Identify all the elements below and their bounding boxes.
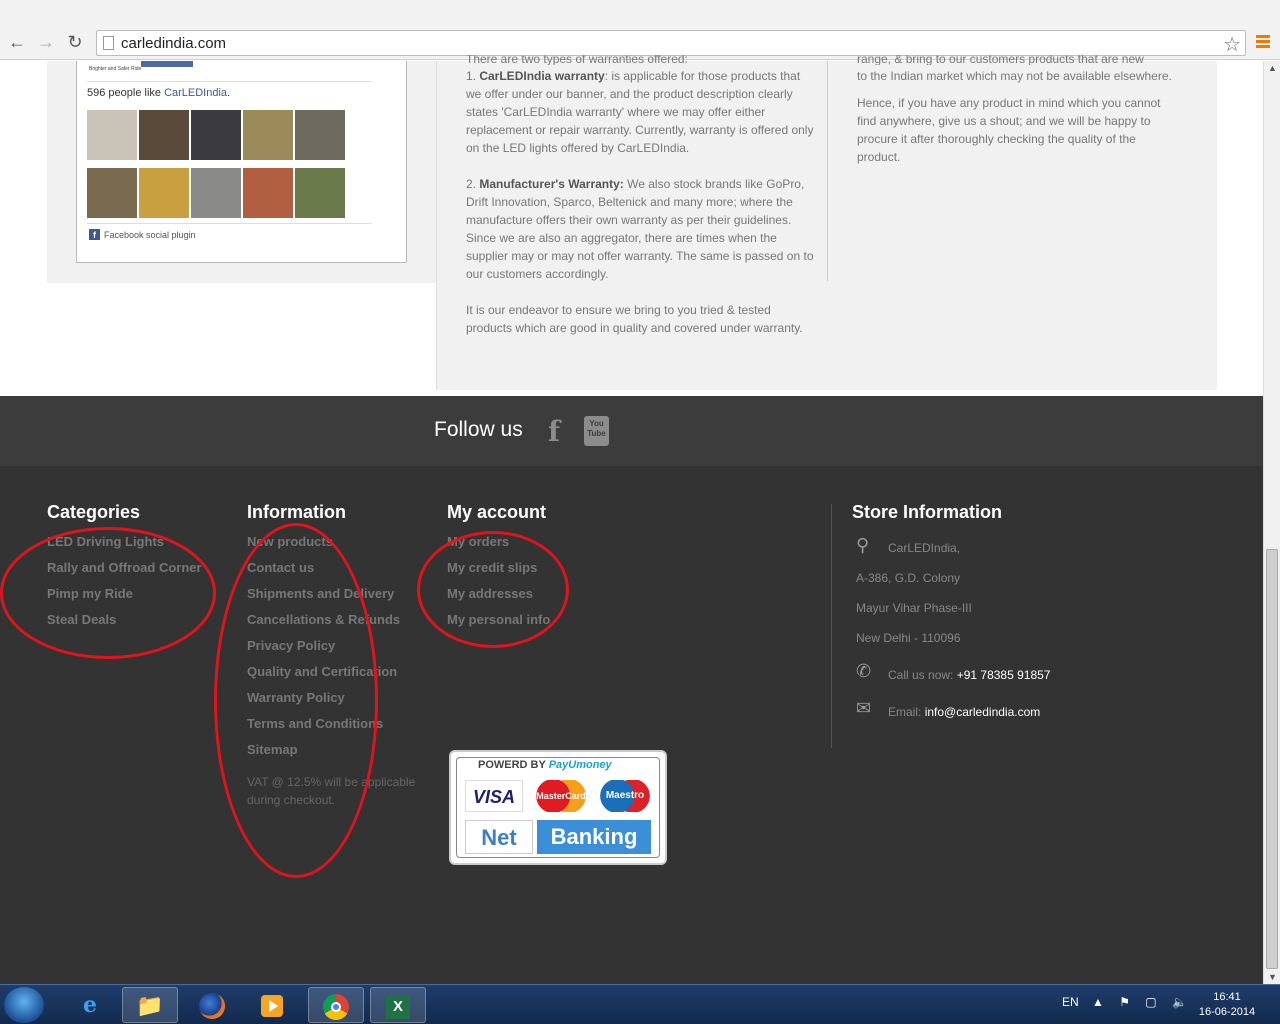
- forward-arrow-icon[interactable]: →: [35, 31, 57, 53]
- scroll-down-icon[interactable]: ▼: [1268, 972, 1277, 982]
- page-name-link[interactable]: CarLEDIndia: [164, 87, 227, 99]
- firefox-icon[interactable]: [184, 987, 240, 1023]
- follow-us-bar: Follow us f You Tube: [0, 396, 1263, 466]
- divider: [87, 223, 372, 224]
- store-email: ✉ Email: info@carledindia.com: [856, 698, 1041, 719]
- store-address-3: New Delhi - 110096: [856, 631, 961, 645]
- youtube-icon[interactable]: You Tube: [584, 416, 609, 446]
- page-scrollbar[interactable]: ▲ ▼: [1263, 61, 1280, 984]
- internet-explorer-icon[interactable]: e: [62, 987, 118, 1023]
- annotation-ellipse-information: [214, 523, 378, 878]
- fan-avatar[interactable]: [191, 168, 241, 218]
- fan-avatar[interactable]: [139, 168, 189, 218]
- column-divider: [827, 61, 828, 281]
- fan-avatar[interactable]: [191, 110, 241, 160]
- payment-badge: POWERD BY PayUmoney VISA MasterCard Maes…: [449, 750, 667, 865]
- phone-number[interactable]: +91 78385 91857: [957, 668, 1051, 682]
- store-name: ⚲ CarLEDIndia,: [856, 535, 961, 555]
- fan-faces: [87, 110, 352, 226]
- back-arrow-icon[interactable]: ←: [6, 31, 28, 53]
- reload-icon[interactable]: ↻: [64, 31, 86, 53]
- url-text: carledindia.com: [121, 35, 227, 52]
- annotation-ellipse-my-account: [417, 531, 569, 648]
- warranty-text: There are two types of warranties offere…: [466, 55, 814, 335]
- fan-avatar[interactable]: [243, 110, 293, 160]
- start-button-icon[interactable]: [4, 987, 44, 1023]
- my-account-title: My account: [447, 502, 547, 522]
- page-content: Brighter and Safer Ride 596 people like …: [0, 55, 1263, 396]
- location-pin-icon: ⚲: [856, 535, 870, 555]
- language-indicator[interactable]: EN: [1062, 995, 1079, 1009]
- maestro-logo: Maestro: [599, 780, 651, 812]
- payu-header: POWERD BY PayUmoney: [475, 759, 615, 771]
- store-address-1: A-386, G.D. Colony: [856, 571, 961, 585]
- categories-title: Categories: [47, 502, 141, 522]
- excel-icon[interactable]: X: [370, 987, 426, 1023]
- facebook-plugin-footer[interactable]: f Facebook social plugin: [89, 229, 196, 240]
- windows-taskbar: e 📁 X EN ▲ ⚑ ▢ 🔈 16:41 16-06-2014: [0, 984, 1280, 1024]
- phone-icon: ✆: [856, 661, 872, 681]
- facebook-like-box: Brighter and Safer Ride 596 people like …: [76, 61, 407, 263]
- scrollbar-thumb[interactable]: [1266, 549, 1278, 969]
- store-phone: ✆ Call us now: +91 78385 91857: [856, 661, 1051, 682]
- address-bar[interactable]: carledindia.com ☆: [96, 30, 1246, 56]
- fan-avatar[interactable]: [139, 110, 189, 160]
- clock-time: 16:41: [1213, 991, 1241, 1003]
- clock[interactable]: 16:41 16-06-2014: [1196, 990, 1258, 1020]
- facebook-like-button[interactable]: [141, 61, 193, 67]
- annotation-ellipse-categories: [0, 527, 216, 659]
- fan-avatar[interactable]: [295, 168, 345, 218]
- information-title: Information: [247, 502, 346, 522]
- fan-avatar[interactable]: [243, 168, 293, 218]
- footer: Categories LED Driving Lights Rally and …: [0, 466, 1263, 984]
- like-count: 596 people like CarLEDIndia.: [87, 87, 231, 99]
- mail-icon: ✉: [856, 698, 872, 718]
- fan-avatar[interactable]: [295, 110, 345, 160]
- sourcing-text: range, & bring to our customers products…: [857, 55, 1172, 164]
- file-explorer-icon[interactable]: 📁: [122, 987, 178, 1023]
- browser-menu-icon[interactable]: [1256, 35, 1270, 49]
- visa-logo: VISA: [465, 780, 523, 812]
- net-label: Net: [465, 820, 533, 854]
- media-player-icon[interactable]: [244, 987, 300, 1023]
- screen: ← → ↻ carledindia.com ☆ Brighter and Saf…: [0, 0, 1280, 1024]
- follow-us-title: Follow us: [434, 418, 523, 441]
- page-icon: [103, 36, 114, 50]
- store-divider: [831, 504, 832, 748]
- divider: [87, 81, 372, 82]
- clock-date: 16-06-2014: [1198, 1006, 1256, 1018]
- facebook-icon[interactable]: f: [548, 415, 560, 448]
- store-title: Store Information: [852, 502, 1003, 522]
- fan-avatar[interactable]: [87, 168, 137, 218]
- star-icon[interactable]: ☆: [1223, 32, 1241, 57]
- facebook-icon: f: [89, 229, 100, 240]
- store-information-column: Store Information ⚲ CarLEDIndia, A-386, …: [852, 502, 1232, 733]
- email-link[interactable]: info@carledindia.com: [925, 705, 1041, 719]
- chrome-icon[interactable]: [308, 987, 364, 1023]
- system-tray-icons[interactable]: ▲ ⚑ ▢ 🔈: [1092, 995, 1193, 1009]
- mastercard-logo: MasterCard: [535, 780, 587, 812]
- scroll-up-icon[interactable]: ▲: [1268, 63, 1277, 73]
- banking-label: Banking: [537, 820, 651, 854]
- fan-avatar[interactable]: [87, 110, 137, 160]
- payment-badge-frame: POWERD BY PayUmoney VISA MasterCard Maes…: [456, 757, 660, 858]
- store-address-2: Mayur Vihar Phase-III: [856, 601, 972, 615]
- browser-toolbar: ← → ↻ carledindia.com ☆: [0, 0, 1280, 60]
